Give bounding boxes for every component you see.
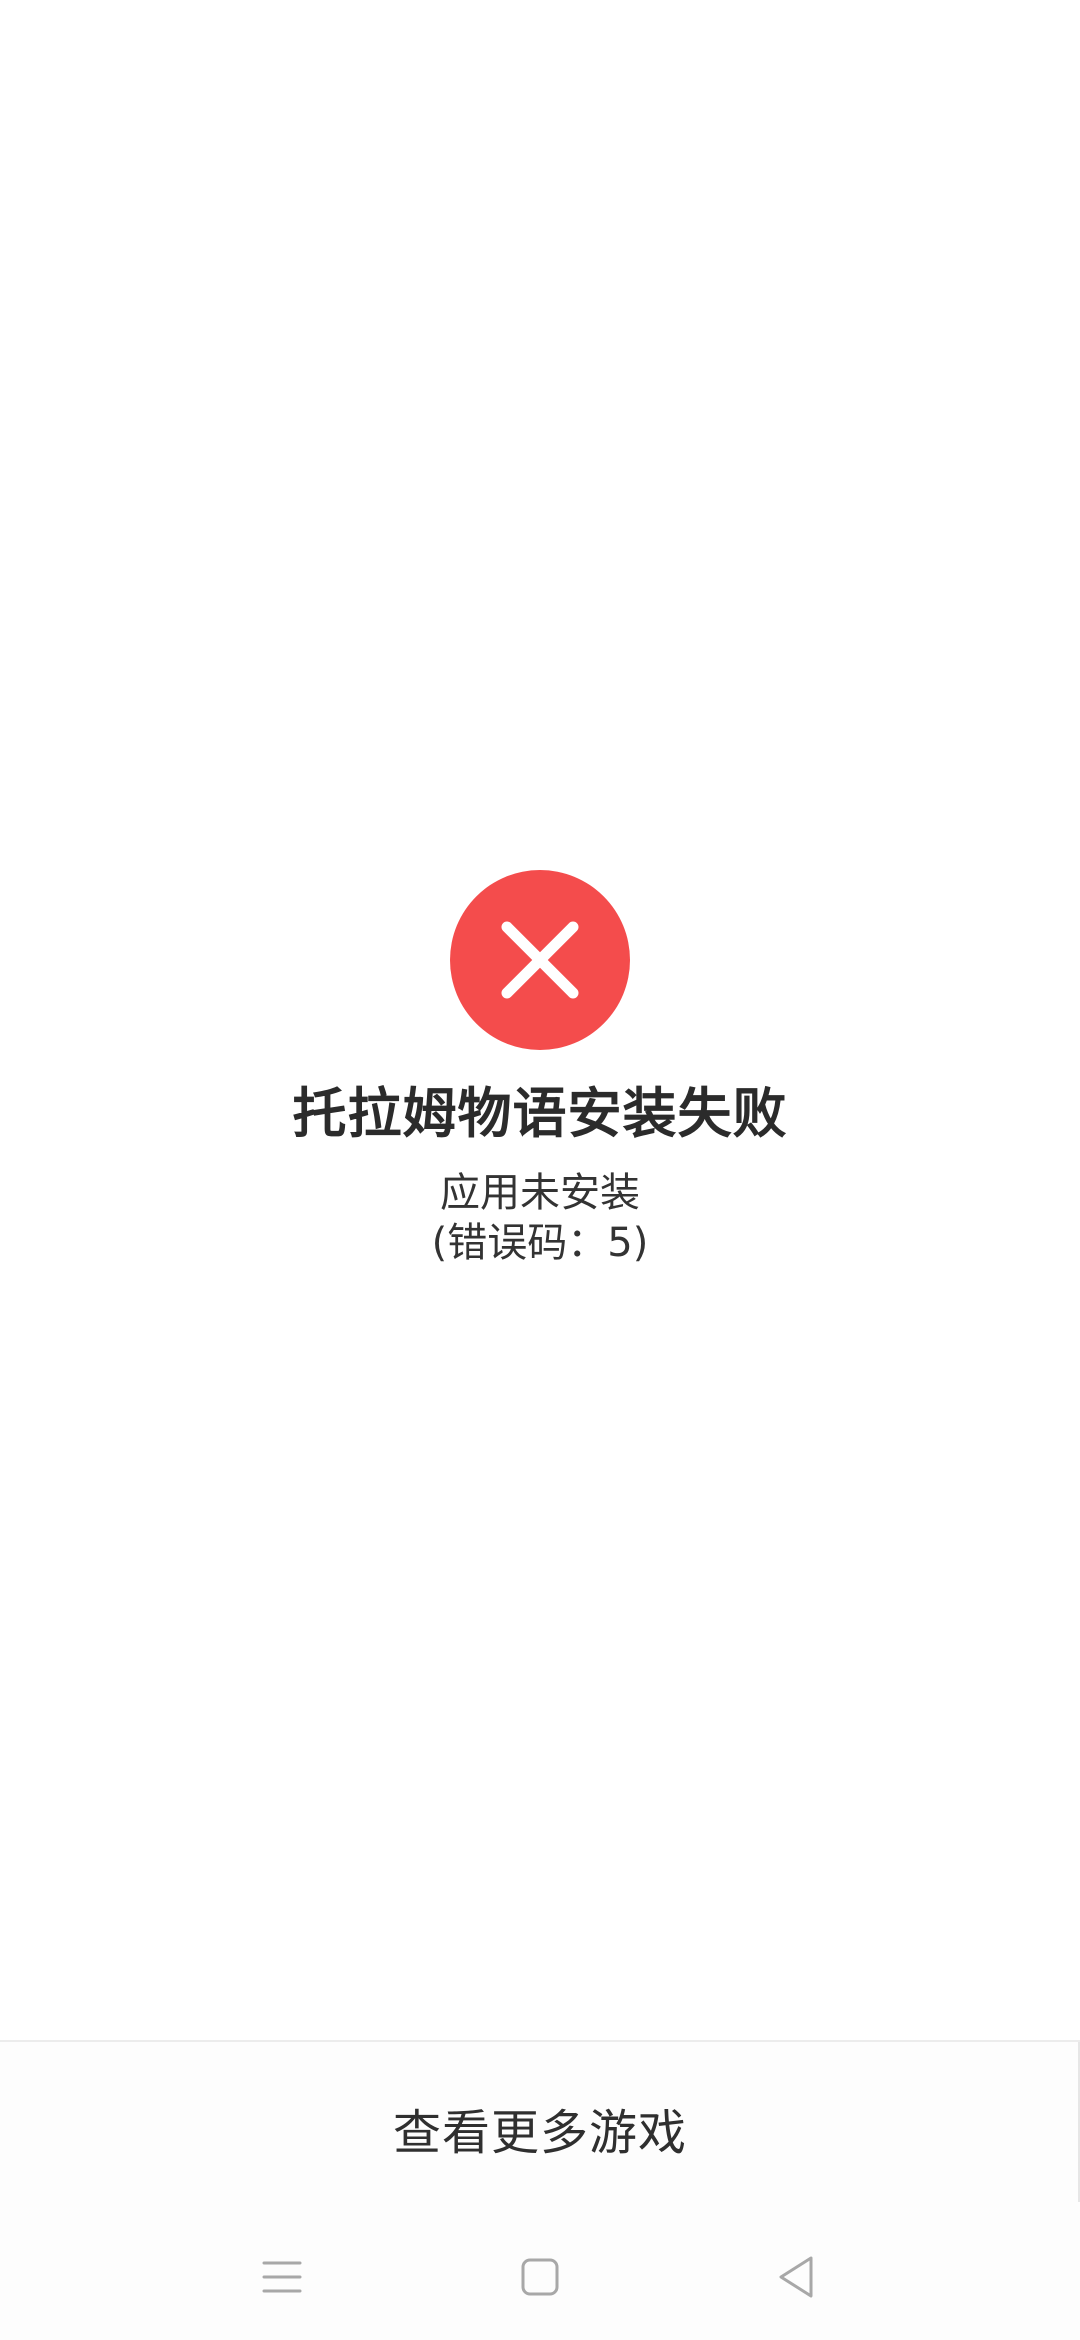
close-icon	[501, 921, 579, 999]
nav-menu-button[interactable]	[252, 2247, 312, 2307]
system-nav-bar	[0, 2214, 1080, 2340]
nav-back-button[interactable]	[766, 2247, 826, 2307]
menu-icon	[262, 2261, 302, 2293]
error-code-text: (错误码：5)	[431, 1220, 649, 1266]
back-triangle-icon	[779, 2256, 813, 2298]
error-close-icon	[450, 870, 630, 1050]
install-result-screen: 托拉姆物语安装失败 应用未安装 (错误码：5) 查看更多游戏	[0, 0, 1080, 2340]
nav-home-button[interactable]	[510, 2247, 570, 2307]
install-failure-panel: 托拉姆物语安装失败 应用未安装 (错误码：5)	[0, 870, 1080, 1268]
bottom-action-bar: 查看更多游戏	[0, 2042, 1080, 2214]
more-games-button[interactable]: 查看更多游戏	[333, 2073, 747, 2183]
home-square-icon	[521, 2258, 559, 2296]
failure-message: 应用未安装	[440, 1170, 640, 1216]
failure-title: 托拉姆物语安装失败	[292, 1082, 788, 1145]
